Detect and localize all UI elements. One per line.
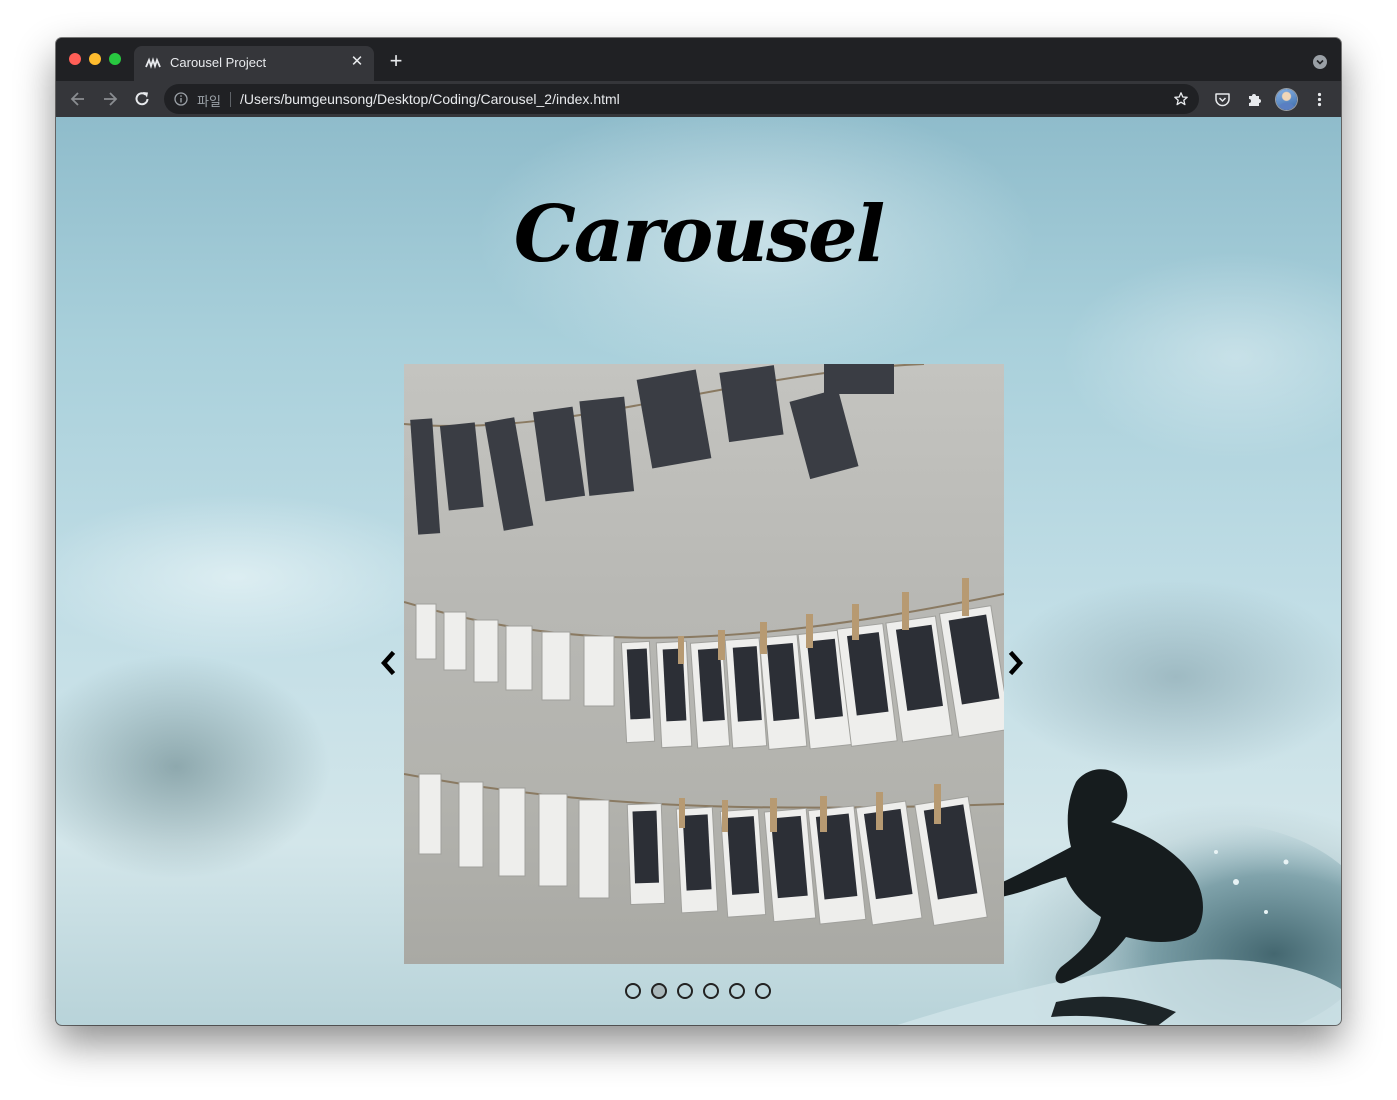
- tab-carousel-project[interactable]: Carousel Project ✕: [134, 46, 374, 81]
- tab-search-icon[interactable]: [1313, 55, 1327, 69]
- carousel-indicators: [625, 983, 771, 1001]
- previous-slide-arrow-icon[interactable]: [378, 649, 398, 677]
- reload-icon[interactable]: [132, 89, 152, 109]
- minimize-window-button[interactable]: [89, 53, 101, 65]
- pocket-icon[interactable]: [1214, 91, 1231, 108]
- carousel-slide-image: [404, 364, 1004, 964]
- next-slide-arrow-icon[interactable]: [1006, 649, 1026, 677]
- forward-icon[interactable]: [100, 89, 120, 109]
- address-divider: [230, 92, 231, 107]
- info-icon[interactable]: [174, 92, 188, 106]
- page-title: Carousel: [513, 189, 886, 280]
- close-window-button[interactable]: [69, 53, 81, 65]
- tab-strip: Carousel Project ✕ +: [56, 38, 1341, 81]
- tab-title: Carousel Project: [170, 55, 267, 70]
- indicator-dot-5[interactable]: [729, 983, 745, 999]
- profile-avatar[interactable]: [1276, 89, 1297, 110]
- toolbar: 파일 /Users/bumgeunsong/Desktop/Coding/Car…: [56, 81, 1341, 117]
- indicator-dot-4[interactable]: [703, 983, 719, 999]
- url-text[interactable]: /Users/bumgeunsong/Desktop/Coding/Carous…: [240, 91, 620, 107]
- scheme-label: 파일: [197, 94, 221, 109]
- back-icon[interactable]: [68, 89, 88, 109]
- browser-window: Carousel Project ✕ + 파일 /Users/bumgeunso…: [56, 38, 1341, 1025]
- indicator-dot-3[interactable]: [677, 983, 693, 999]
- indicator-dot-6[interactable]: [755, 983, 771, 999]
- favicon-icon: [145, 57, 161, 69]
- page-viewport: Carousel: [56, 117, 1341, 1025]
- photo-wall-illustration: [404, 364, 1004, 927]
- menu-kebab-icon[interactable]: [1311, 91, 1328, 108]
- new-tab-button[interactable]: +: [386, 50, 406, 72]
- extensions-icon[interactable]: [1246, 91, 1263, 108]
- bookmark-star-icon[interactable]: [1173, 91, 1189, 107]
- address-bar[interactable]: 파일 /Users/bumgeunsong/Desktop/Coding/Car…: [164, 84, 1199, 114]
- indicator-dot-2[interactable]: [651, 983, 667, 999]
- close-tab-icon[interactable]: ✕: [348, 53, 366, 71]
- indicator-dot-1[interactable]: [625, 983, 641, 999]
- maximize-window-button[interactable]: [109, 53, 121, 65]
